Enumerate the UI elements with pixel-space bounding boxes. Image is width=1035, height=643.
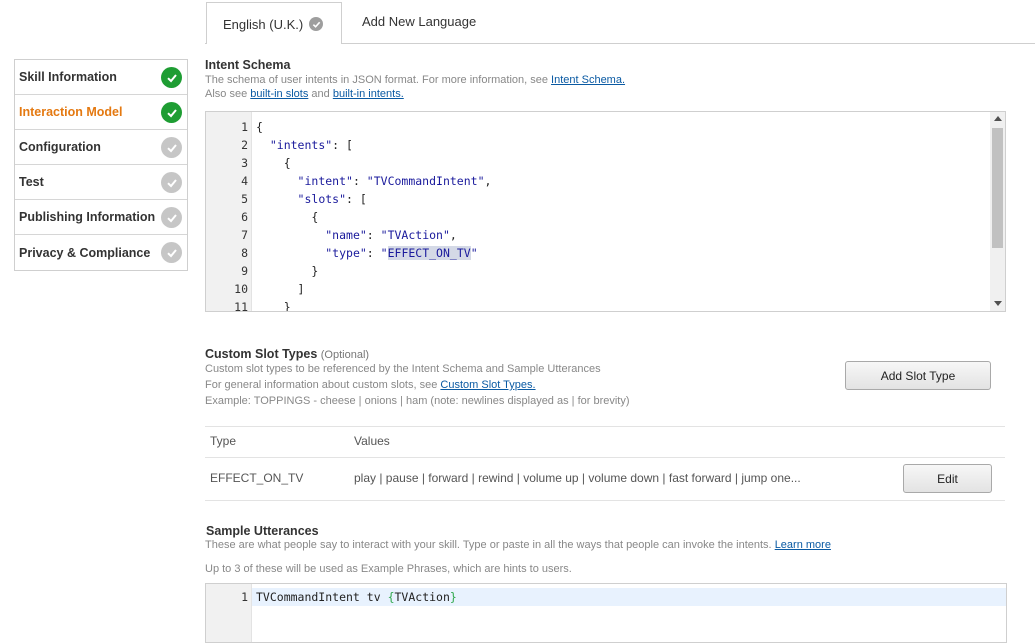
- intent-schema-desc-text: The schema of user intents in JSON forma…: [205, 74, 548, 86]
- check-icon: [161, 242, 182, 263]
- sample-utterances-desc-text: These are what people say to interact wi…: [205, 539, 772, 551]
- scroll-down-arrow-icon[interactable]: [994, 301, 1002, 306]
- editor-scrollbar[interactable]: [990, 112, 1005, 311]
- sidebar-item-label: Interaction Model: [19, 105, 123, 119]
- custom-slot-desc-2: For general information about custom slo…: [205, 378, 536, 393]
- check-icon: [161, 102, 182, 123]
- sample-utterances-desc-1: These are what people say to interact wi…: [205, 538, 831, 553]
- sidebar-item-publishing-information[interactable]: Publishing Information: [15, 200, 187, 235]
- table-divider: [205, 500, 1005, 501]
- learn-more-link[interactable]: Learn more: [775, 539, 831, 551]
- sidebar-item-label: Publishing Information: [19, 210, 156, 224]
- slot-type-values: play | pause | forward | rewind | volume…: [354, 471, 801, 485]
- code-line: 11 }: [234, 300, 291, 312]
- edit-slot-type-button[interactable]: Edit: [903, 464, 992, 493]
- add-slot-type-button[interactable]: Add Slot Type: [845, 361, 991, 390]
- code-line: 4 "intent": "TVCommandIntent",: [241, 174, 492, 188]
- sample-utterances-title: Sample Utterances: [206, 524, 319, 538]
- sidebar-item-label: Privacy & Compliance: [19, 245, 151, 260]
- code-line: 3 {: [241, 156, 291, 170]
- custom-slot-types-title-text: Custom Slot Types: [205, 347, 318, 361]
- tab-english-uk-label: English (U.K.): [223, 16, 304, 32]
- utterance-line: 1 TVCommandIntent tv {TVAction}: [241, 590, 457, 604]
- intent-schema-title: Intent Schema: [205, 58, 291, 72]
- column-header-type: Type: [210, 434, 237, 448]
- and-text: and: [311, 88, 330, 100]
- check-icon: [161, 207, 182, 228]
- also-see-text: Also see: [205, 88, 248, 100]
- scroll-up-arrow-icon[interactable]: [994, 116, 1002, 121]
- intent-schema-editor[interactable]: 1{ 2 "intents": [ 3 { 4 "intent": "TVCom…: [205, 111, 1006, 312]
- sidebar-item-label: Configuration: [19, 140, 101, 154]
- code-line: 8 "type": "EFFECT_ON_TV": [241, 246, 478, 260]
- optional-label: (Optional): [320, 349, 370, 361]
- custom-slot-types-title: Custom Slot Types (Optional): [205, 347, 369, 361]
- check-icon: [161, 172, 182, 193]
- scroll-thumb[interactable]: [992, 128, 1003, 248]
- code-line: 1{: [241, 120, 263, 134]
- tab-english-uk[interactable]: English (U.K.): [206, 2, 342, 43]
- custom-slot-desc-2-text: For general information about custom slo…: [205, 379, 438, 391]
- check-icon: [161, 137, 182, 158]
- built-in-slots-link[interactable]: built-in slots: [250, 88, 308, 100]
- tab-cover: [207, 43, 341, 44]
- code-line: 2 "intents": [: [241, 138, 353, 152]
- sample-utterances-editor[interactable]: 1 TVCommandIntent tv {TVAction}: [205, 583, 1007, 643]
- code-line: 6 {: [241, 210, 319, 224]
- code-line: 9 }: [241, 264, 319, 278]
- sidebar-item-skill-information[interactable]: Skill Information: [15, 60, 187, 95]
- custom-slot-types-link[interactable]: Custom Slot Types.: [440, 379, 535, 391]
- code-line: 5 "slots": [: [241, 192, 367, 206]
- sidebar-item-label: Test: [19, 175, 44, 189]
- intent-schema-description: The schema of user intents in JSON forma…: [205, 73, 625, 88]
- check-icon: [309, 17, 324, 31]
- tab-add-new-language[interactable]: Add New Language: [362, 14, 476, 29]
- intent-schema-link[interactable]: Intent Schema.: [551, 74, 625, 86]
- custom-slot-desc-1: Custom slot types to be referenced by th…: [205, 363, 601, 375]
- sidebar-item-configuration[interactable]: Configuration: [15, 130, 187, 165]
- table-divider: [205, 457, 1005, 458]
- sample-utterances-desc-2: Up to 3 of these will be used as Example…: [205, 563, 572, 575]
- intent-schema-description-2: Also see built-in slots and built-in int…: [205, 87, 404, 102]
- sidebar-item-privacy-compliance[interactable]: Privacy & Compliance: [15, 235, 187, 270]
- sidebar-item-interaction-model[interactable]: Interaction Model: [15, 95, 187, 130]
- sidebar-item-label: Skill Information: [19, 70, 117, 84]
- column-header-values: Values: [354, 434, 390, 448]
- slot-type-name: EFFECT_ON_TV: [210, 471, 304, 485]
- code-line: 10 ]: [234, 282, 305, 296]
- check-icon: [161, 67, 182, 88]
- sidebar-item-test[interactable]: Test: [15, 165, 187, 200]
- code-line: 7 "name": "TVAction",: [241, 228, 457, 242]
- sidebar-nav: Skill Information Interaction Model Conf…: [14, 59, 188, 271]
- custom-slot-desc-3: Example: TOPPINGS - cheese | onions | ha…: [205, 395, 630, 407]
- table-divider: [205, 426, 1005, 427]
- built-in-intents-link[interactable]: built-in intents.: [333, 88, 404, 100]
